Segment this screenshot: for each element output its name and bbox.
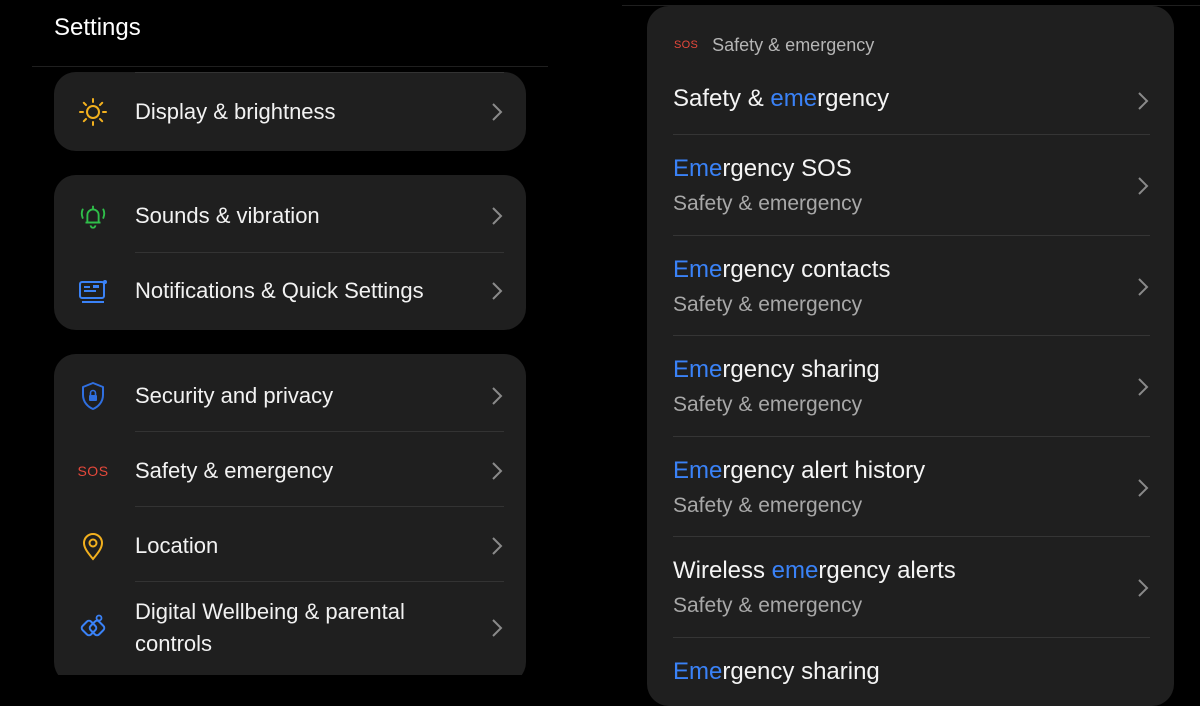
settings-item-notifications[interactable]: Notifications & Quick Settings [54, 253, 526, 328]
settings-item-label: Digital Wellbeing & parental controls [135, 599, 405, 656]
chevron-right-icon [1138, 479, 1149, 497]
settings-item-label: Notifications & Quick Settings [135, 277, 424, 303]
group-label: Safety & emergency [712, 34, 875, 55]
chevron-right-icon [492, 619, 503, 637]
result-subtitle: Safety & emergency [673, 192, 863, 215]
match-highlight: eme [770, 85, 818, 112]
result-title: Safety & emergency [673, 85, 890, 112]
settings-item-label: Display & brightness [135, 98, 336, 124]
result-subtitle: Safety & emergency [673, 393, 863, 416]
result-subtitle: Safety & emergency [673, 594, 863, 617]
chevron-right-icon [1138, 278, 1149, 296]
result-title: Wireless emergency alerts [673, 557, 956, 584]
notification-panel-icon [78, 276, 108, 306]
settings-card-display: Display & brightness [54, 72, 526, 151]
search-results-panel: SOS Safety & emergency Safety & emergenc… [622, 5, 1200, 706]
result-title: Emergency contacts [673, 256, 891, 283]
settings-item-security[interactable]: Security and privacy [54, 358, 526, 433]
settings-item-label: Security and privacy [135, 382, 334, 408]
shield-lock-icon [78, 381, 108, 411]
search-result-item[interactable]: Emergency contacts Safety & emergency [647, 236, 1174, 336]
chevron-right-icon [492, 206, 503, 225]
settings-item-safety[interactable]: SOS Safety & emergency [54, 433, 526, 508]
divider [135, 431, 504, 432]
match-highlight: Eme [673, 658, 723, 685]
chevron-right-icon [492, 536, 503, 555]
sun-icon [78, 97, 108, 127]
wellbeing-icon [78, 613, 108, 643]
divider [135, 581, 504, 582]
bell-ringing-icon [78, 201, 108, 231]
chevron-right-icon [1138, 92, 1149, 110]
settings-item-location[interactable]: Location [54, 508, 526, 583]
result-title: Emergency SOS [673, 155, 852, 182]
chevron-right-icon [492, 102, 503, 121]
search-result-item[interactable]: Emergency sharing Safety & emergency [647, 336, 1174, 437]
search-result-item[interactable]: Emergency SOS Safety & emergency [647, 135, 1174, 236]
settings-card-sound: Sounds & vibration Notifications & Quick… [54, 175, 526, 330]
chevron-right-icon [1138, 177, 1149, 195]
chevron-right-icon [492, 461, 503, 480]
match-highlight: Eme [673, 356, 723, 383]
match-highlight: Eme [673, 155, 723, 182]
search-result-item[interactable]: Emergency sharing [647, 638, 1174, 698]
results-group-header: SOS Safety & emergency [674, 34, 874, 56]
divider [135, 506, 504, 507]
settings-item-display[interactable]: Display & brightness [54, 74, 526, 149]
settings-item-wellbeing[interactable]: Digital Wellbeing & parental controls [54, 584, 526, 672]
settings-panel: Settings Display & brightness Sounds & v… [0, 0, 548, 675]
chevron-right-icon [492, 386, 503, 405]
settings-item-label: Location [135, 532, 219, 558]
match-highlight: eme [771, 557, 819, 584]
sos-icon: SOS [77, 462, 109, 479]
search-result-item[interactable]: Safety & emergency [647, 68, 1174, 135]
match-highlight: Eme [673, 457, 723, 484]
search-results-card: SOS Safety & emergency Safety & emergenc… [647, 6, 1174, 706]
search-result-item[interactable]: Emergency alert history Safety & emergen… [647, 437, 1174, 537]
chevron-right-icon [1138, 579, 1149, 597]
sos-icon: SOS [674, 39, 699, 51]
result-subtitle: Safety & emergency [673, 293, 863, 316]
result-title: Emergency sharing [673, 658, 880, 685]
chevron-right-icon [1138, 378, 1149, 396]
location-pin-icon [78, 531, 108, 561]
divider [135, 72, 504, 73]
result-title: Emergency sharing [673, 356, 880, 383]
search-result-item[interactable]: Wireless emergency alerts Safety & emerg… [647, 537, 1174, 638]
settings-item-label: Safety & emergency [135, 457, 334, 483]
settings-item-label: Sounds & vibration [135, 202, 320, 228]
chevron-right-icon [492, 281, 503, 300]
result-subtitle: Safety & emergency [673, 494, 863, 517]
settings-header: Settings [32, 0, 548, 67]
page-title: Settings [54, 14, 141, 41]
settings-item-sounds[interactable]: Sounds & vibration [54, 178, 526, 253]
settings-card-security: Security and privacy SOS Safety & emerge… [54, 354, 526, 675]
result-title: Emergency alert history [673, 457, 926, 484]
match-highlight: Eme [673, 256, 723, 283]
